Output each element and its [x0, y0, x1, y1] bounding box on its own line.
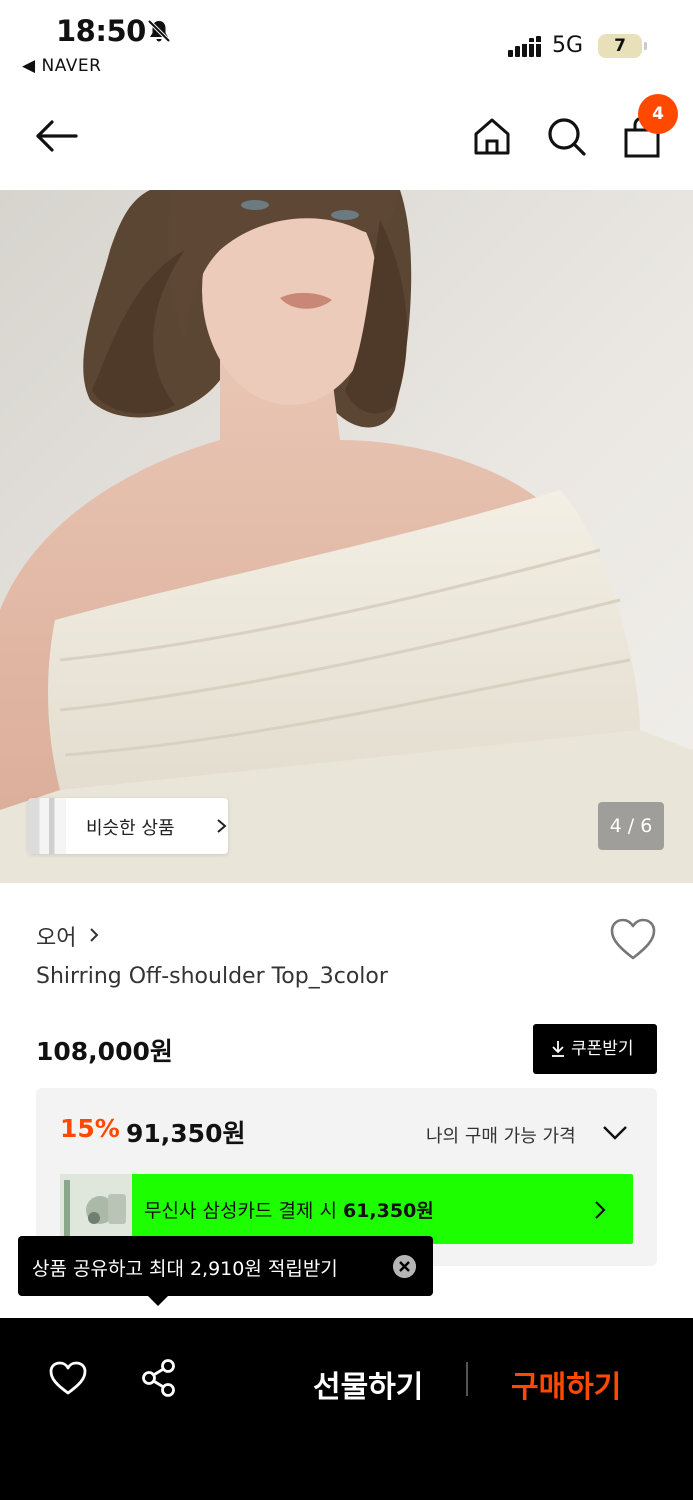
back-arrow-icon[interactable]: [34, 114, 78, 158]
sale-price: 91,350원: [126, 1119, 246, 1148]
card-promotion-price: 61,350원: [342, 1200, 434, 1222]
share-reward-tooltip: 상품 공유하고 최대 2,910원 적립받기: [18, 1236, 433, 1306]
product-image-carousel[interactable]: 비슷한 상품 4 / 6: [0, 190, 693, 883]
original-price: 108,000원: [36, 1037, 173, 1066]
back-to-naver[interactable]: ◀ NAVER: [22, 56, 101, 76]
chevron-right-icon: [595, 1201, 606, 1219]
brand-name-link[interactable]: 오어: [36, 920, 76, 952]
close-icon[interactable]: [393, 1255, 416, 1278]
chevron-right-icon: [90, 928, 99, 942]
card-promotion-banner[interactable]: 무신사 삼성카드 결제 시 61,350원: [60, 1174, 633, 1244]
product-name: Shirring Off-shoulder Top_3color: [36, 964, 388, 989]
bottom-action-bar: 선물하기 구매하기: [0, 1318, 693, 1500]
divider: [466, 1362, 468, 1396]
similar-products-label: 비슷한 상품: [86, 818, 175, 839]
cart-count-badge: 4: [638, 94, 678, 134]
image-page-counter: 4 / 6: [598, 802, 664, 850]
product-photo: [0, 190, 693, 883]
my-available-price-toggle[interactable]: 나의 구매 가능 가격: [426, 1122, 576, 1148]
heart-icon[interactable]: [48, 1360, 88, 1396]
coupon-label: 쿠폰받기: [571, 1039, 634, 1059]
download-icon: [552, 1041, 564, 1057]
clock: 18:50: [56, 14, 146, 48]
network-type: 5G: [552, 33, 584, 58]
top-nav-bar: [0, 100, 693, 188]
share-icon[interactable]: [140, 1358, 178, 1398]
discount-rate: 15%: [60, 1114, 120, 1143]
heart-outline-icon[interactable]: [608, 916, 658, 962]
card-promo-thumbnail: [60, 1174, 132, 1244]
similar-products-button[interactable]: 비슷한 상품: [28, 798, 228, 854]
similar-product-thumbnail: [28, 798, 66, 854]
coupon-download-button[interactable]: 쿠폰받기: [533, 1024, 657, 1074]
buy-button[interactable]: 구매하기: [511, 1362, 621, 1406]
status-bar: 18:50 ◀ NAVER 5G 7: [0, 0, 693, 88]
card-promotion-text: 무신사 삼성카드 결제 시 61,350원: [144, 1200, 434, 1222]
home-icon[interactable]: [470, 114, 514, 158]
gift-button[interactable]: 선물하기: [313, 1362, 423, 1406]
chevron-right-icon: [217, 819, 227, 833]
search-icon[interactable]: [544, 114, 588, 158]
chevron-down-icon[interactable]: [602, 1124, 628, 1142]
bell-muted-icon: [147, 19, 171, 43]
cellular-signal-icon: [508, 36, 541, 57]
tooltip-text: 상품 공유하고 최대 2,910원 적립받기: [32, 1258, 338, 1280]
battery-indicator: 7: [598, 34, 647, 58]
